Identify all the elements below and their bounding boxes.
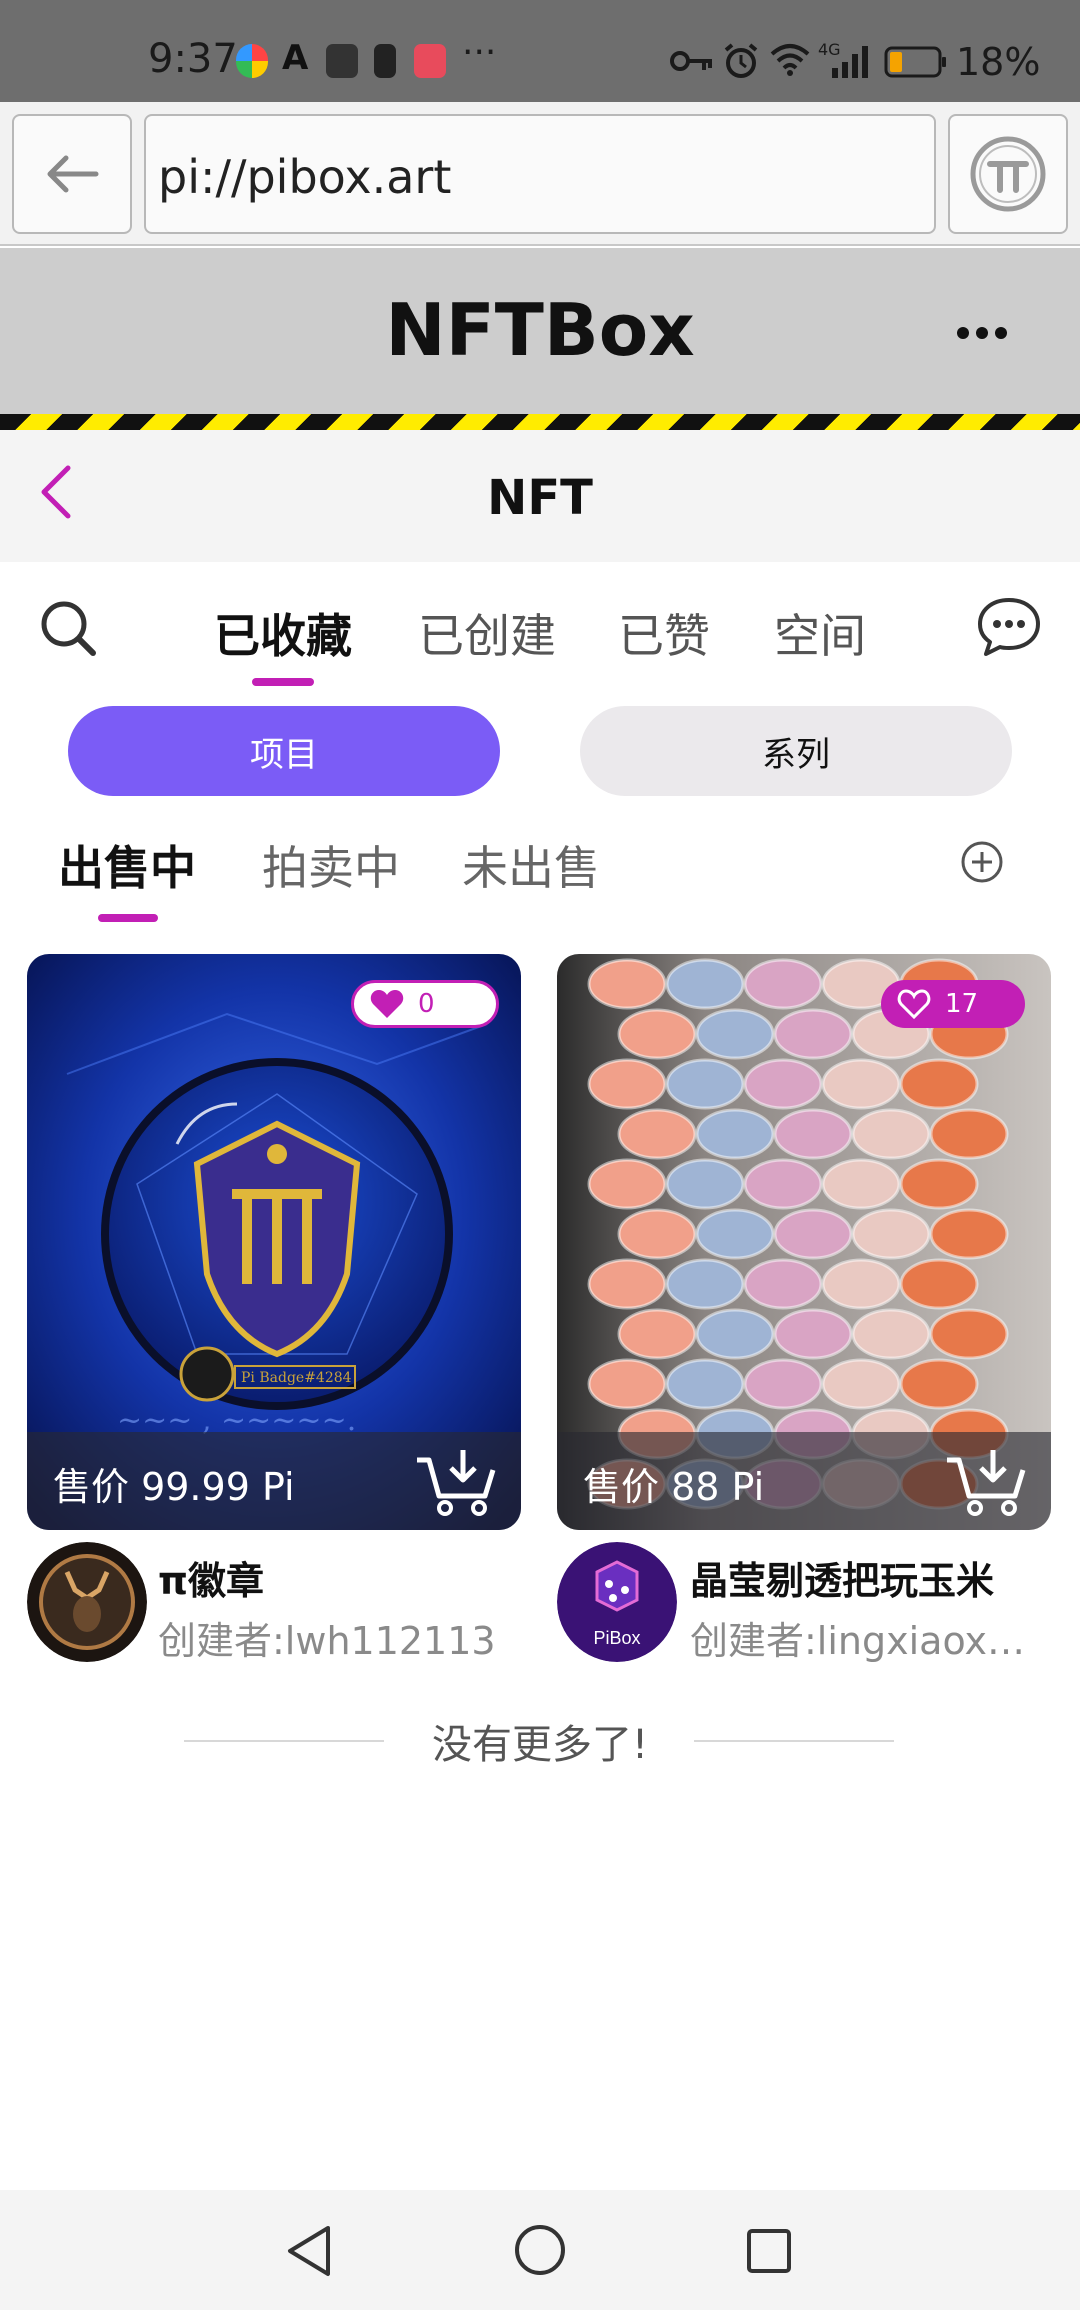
hazard-stripe [0,414,1080,430]
url-field[interactable]: pi://pibox.art [144,114,936,234]
creator-avatar[interactable] [27,1542,147,1662]
system-nav-bar [0,2190,1080,2310]
signal-icon [832,46,868,78]
pibox-avatar-image: PiBox [557,1542,677,1662]
huawei-store-icon [414,44,446,78]
status-time: 9:37 [148,36,238,82]
wifi-icon [770,44,810,76]
status-bar: 9:37 A ··· 4G 18% [0,0,1080,102]
nav-recents-icon[interactable] [746,2228,792,2274]
url-text: pi://pibox.art [158,150,452,204]
like-button[interactable]: 0 [351,980,499,1028]
item-name[interactable]: 晶莹剔透把玩玉米 [690,1550,994,1605]
add-circle-icon[interactable] [960,840,1004,884]
nav-home-icon[interactable] [514,2224,566,2276]
chat-icon[interactable] [976,596,1042,658]
battery-alert-icon [374,44,396,78]
like-count: 17 [945,989,979,1019]
item-creator[interactable]: 创建者:lwh112113 [158,1610,518,1665]
sale-tab-indicator [98,914,158,922]
segment-series-button[interactable]: 系列 [580,706,1012,796]
segment-items-button[interactable]: 项目 [68,706,500,796]
tab-active-indicator [252,678,314,686]
end-of-list-text: 没有更多了! [431,1722,649,1768]
key-icon [670,51,712,71]
ellipsis-icon[interactable] [956,326,1008,340]
browser-back-button[interactable] [12,114,132,234]
tab-space[interactable]: 空间 [774,600,866,666]
heart-filled-icon [370,990,404,1018]
tab-not-for-sale[interactable]: 未出售 [462,832,600,898]
huawei-app-icon [326,44,358,78]
app-title: NFTBox [385,288,695,372]
nft-card[interactable]: Pi Badge#4284 ~~~ , ~~~~~. 0 售价 99.99 Pi [27,954,521,1530]
arrow-left-icon [47,155,99,193]
app-header: NFTBox [0,248,1080,414]
battery-percent: 18% [956,40,1041,84]
tab-on-sale[interactable]: 出售中 [58,832,196,898]
tab-created[interactable]: 已创建 [418,600,556,666]
nft-card[interactable]: 17 售价 88 Pi [557,954,1051,1530]
item-name[interactable]: π徽章 [158,1550,264,1605]
price-label: 售价 88 Pi [583,1465,765,1509]
more-notifications-icon: ··· [462,32,497,73]
alarm-icon [724,43,758,78]
battery-icon [884,46,946,78]
price-bar: 售价 99.99 Pi [27,1432,521,1530]
sub-header: NFT [0,430,1080,562]
font-app-icon: A [282,38,309,78]
end-of-list: 没有更多了! [0,1712,1080,1768]
deer-avatar-image [27,1542,147,1662]
heart-outline-icon [897,989,931,1019]
browser-bar: pi://pibox.art [0,102,1080,246]
pi-browser-button[interactable] [948,114,1068,234]
cart-download-icon[interactable] [945,1448,1029,1516]
pibox-avatar-label: PiBox [593,1628,640,1648]
price-bar: 售价 88 Pi [557,1432,1051,1530]
svg-text:Pi Badge#4284: Pi Badge#4284 [241,1370,352,1386]
tab-liked[interactable]: 已赞 [618,600,710,666]
search-icon[interactable] [38,598,98,658]
item-creator[interactable]: 创建者:lingxiaoxi... [690,1610,1030,1665]
sub-title: NFT [487,470,593,526]
creator-avatar[interactable]: PiBox [557,1542,677,1662]
price-label: 售价 99.99 Pi [53,1465,295,1509]
like-count: 0 [418,989,435,1019]
divider [694,1740,894,1742]
tab-auction[interactable]: 拍卖中 [262,832,400,898]
like-button[interactable]: 17 [881,980,1025,1028]
pi-logo-icon [970,136,1046,212]
app-notification-icon [236,44,268,78]
tab-collected[interactable]: 已收藏 [214,600,352,666]
cart-download-icon[interactable] [415,1448,499,1516]
nav-back-icon[interactable] [284,2224,334,2278]
